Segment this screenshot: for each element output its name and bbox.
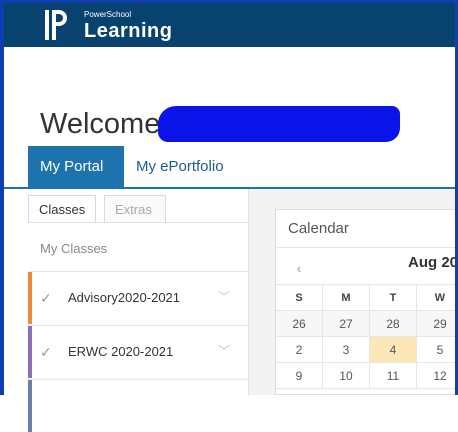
- class-color-stripe: [28, 380, 32, 432]
- welcome-text: Welcome,: [40, 108, 169, 140]
- weekday-header: T: [370, 285, 417, 311]
- weekday-header: S: [276, 285, 323, 311]
- chevron-down-icon[interactable]: ﹀: [218, 288, 230, 305]
- calendar-title: Calendar: [288, 220, 349, 237]
- subtab-divider: [28, 222, 248, 223]
- weekday-header: M: [323, 285, 370, 311]
- class-item-erwc[interactable]: ✓ ERWC 2020-2021 ﹀: [28, 325, 248, 378]
- class-label: Advisory2020-2021: [68, 290, 181, 305]
- calendar-divider: [276, 247, 455, 248]
- class-color-stripe: [28, 272, 32, 324]
- redacted-username: [158, 106, 400, 142]
- class-item-advisory[interactable]: ✓ Advisory2020-2021 ﹀: [28, 271, 248, 324]
- subtab-extras[interactable]: Extras: [104, 195, 166, 223]
- class-color-stripe: [28, 326, 32, 378]
- classes-panel: Classes Extras My Classes ✓ Advisory2020…: [28, 189, 249, 432]
- calendar-day[interactable]: 28: [370, 311, 417, 337]
- calendar-day-today[interactable]: 4: [370, 337, 417, 363]
- calendar-day[interactable]: 3: [323, 337, 370, 363]
- calendar-day[interactable]: 2: [276, 337, 323, 363]
- check-icon[interactable]: ✓: [40, 344, 52, 361]
- check-icon[interactable]: ✓: [40, 290, 52, 307]
- brand-title: Learning: [84, 20, 173, 42]
- powerschool-logo-icon[interactable]: [44, 9, 70, 41]
- calendar-day[interactable]: 29: [417, 311, 455, 337]
- calendar-day[interactable]: 11: [370, 363, 417, 389]
- calendar-day[interactable]: 26: [276, 311, 323, 337]
- calendar-day[interactable]: 5: [417, 337, 455, 363]
- calendar-day[interactable]: 9: [276, 363, 323, 389]
- section-label-my-classes: My Classes: [40, 241, 108, 256]
- tab-my-portal[interactable]: My Portal: [28, 146, 124, 187]
- tab-my-eportfolio[interactable]: My ePortfolio: [124, 146, 244, 187]
- calendar-month: Aug 20: [408, 254, 455, 271]
- app-header: PowerSchool Learning: [4, 3, 455, 47]
- chevron-left-icon[interactable]: ‹: [286, 256, 312, 280]
- calendar-day[interactable]: 12: [417, 363, 455, 389]
- chevron-down-icon[interactable]: ﹀: [218, 342, 230, 359]
- brand-small-text: PowerSchool: [84, 10, 132, 19]
- subtab-classes[interactable]: Classes: [28, 195, 96, 223]
- calendar-widget: Calendar ‹ Aug 20 S M T W 26 27 28 29 2 …: [275, 209, 455, 395]
- class-label: ERWC 2020-2021: [68, 344, 174, 359]
- class-item-next[interactable]: [28, 379, 248, 432]
- window-border-left: [0, 0, 4, 395]
- weekday-header: W: [417, 285, 455, 311]
- calendar-day[interactable]: 10: [323, 363, 370, 389]
- calendar-day[interactable]: 27: [323, 311, 370, 337]
